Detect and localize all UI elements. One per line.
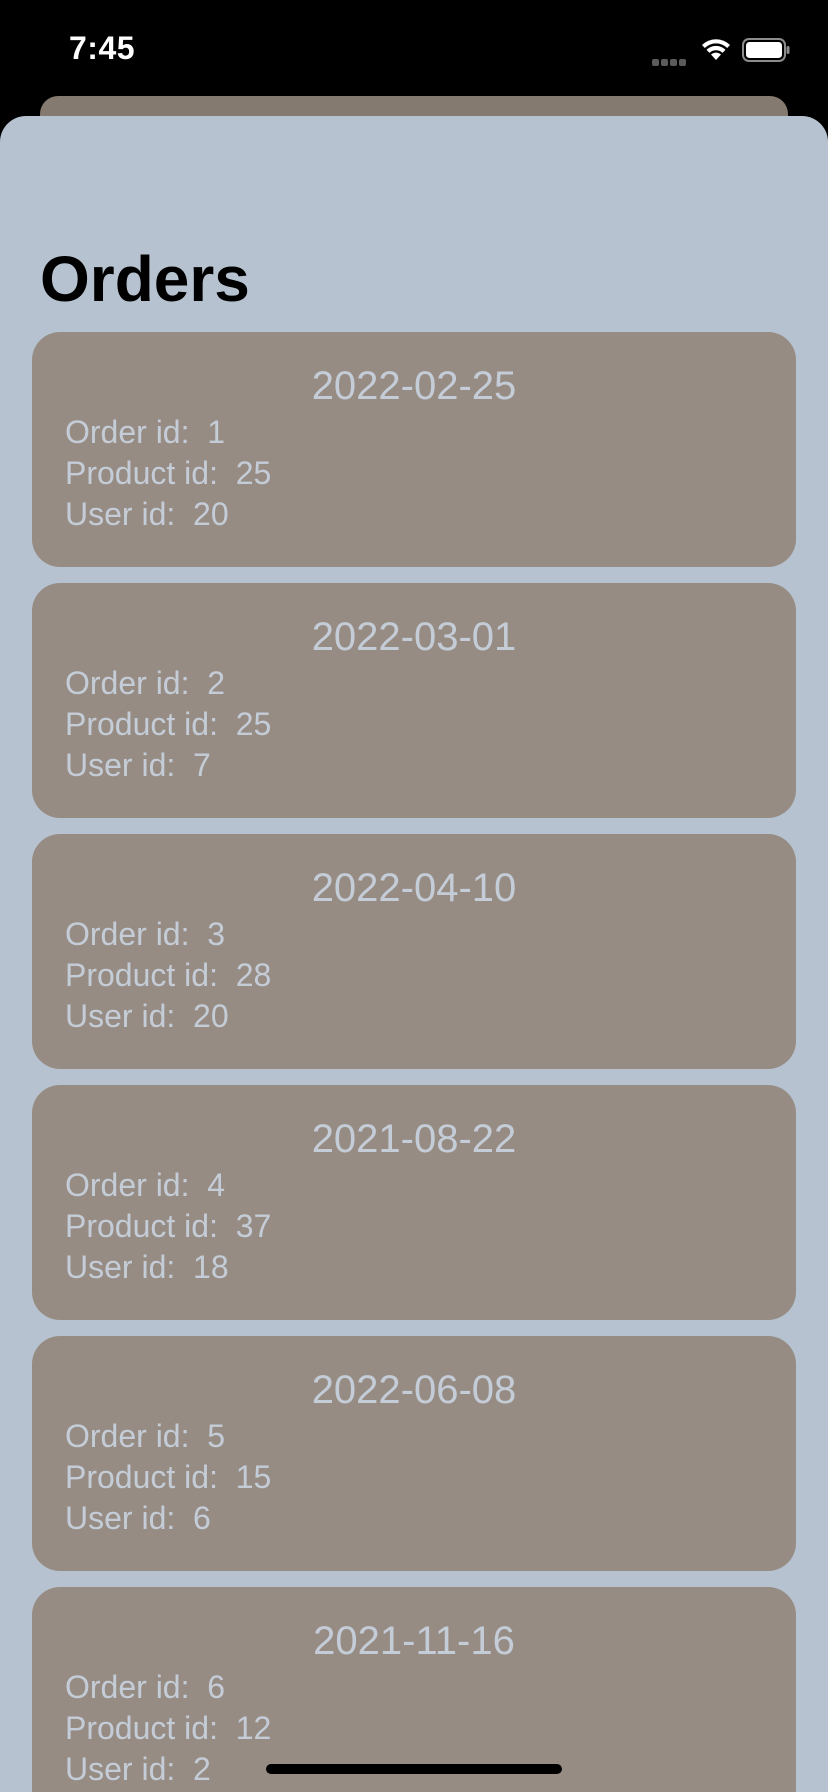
user-id-label: User id: — [65, 998, 176, 1034]
order-id-row: Order id: 1 — [65, 414, 225, 451]
user-id-value: 20 — [193, 998, 229, 1034]
order-id-value: 1 — [207, 414, 226, 450]
order-id-label: Order id: — [65, 1167, 190, 1203]
product-id-label: Product id: — [65, 1208, 218, 1244]
user-id-value: 18 — [193, 1249, 229, 1285]
product-id-row: Product id: 25 — [65, 455, 271, 492]
order-card[interactable]: 2022-03-01 Order id: 2 Product id: 25 Us… — [32, 583, 796, 818]
order-id-row: Order id: 5 — [65, 1418, 225, 1455]
product-id-value: 25 — [235, 706, 272, 742]
order-id-value: 4 — [207, 1167, 226, 1203]
product-id-label: Product id: — [65, 1459, 218, 1495]
order-id-label: Order id: — [65, 665, 190, 701]
order-id-row: Order id: 6 — [65, 1669, 225, 1706]
product-id-label: Product id: — [65, 1710, 218, 1746]
order-date: 2022-02-25 — [311, 364, 517, 408]
product-id-label: Product id: — [65, 455, 218, 491]
order-card[interactable]: 2022-06-08 Order id: 5 Product id: 15 Us… — [32, 1336, 796, 1571]
product-id-row: Product id: 15 — [65, 1459, 271, 1496]
user-id-row: User id: 20 — [65, 496, 229, 533]
product-id-value: 12 — [235, 1710, 272, 1746]
order-date: 2022-03-01 — [311, 615, 517, 659]
product-id-label: Product id: — [65, 706, 218, 742]
user-id-value: 20 — [193, 496, 229, 532]
product-id-value: 15 — [235, 1459, 272, 1495]
orders-sheet[interactable]: Orders 2022-02-25 Order id: 1 Product id… — [0, 116, 828, 1792]
user-id-value: 2 — [193, 1751, 211, 1787]
order-card[interactable]: 2021-08-22 Order id: 4 Product id: 37 Us… — [32, 1085, 796, 1320]
user-id-row: User id: 20 — [65, 998, 229, 1035]
order-date: 2022-04-10 — [311, 866, 517, 910]
page-title: Orders — [40, 243, 250, 315]
order-id-label: Order id: — [65, 414, 190, 450]
product-id-row: Product id: 25 — [65, 706, 271, 743]
order-id-value: 6 — [207, 1669, 226, 1705]
user-id-label: User id: — [65, 496, 176, 532]
wifi-icon — [702, 39, 730, 60]
product-id-row: Product id: 37 — [65, 1208, 271, 1245]
order-id-label: Order id: — [65, 1669, 190, 1705]
product-id-value: 28 — [235, 957, 272, 993]
order-id-row: Order id: 3 — [65, 916, 225, 953]
status-time: 7:45 — [69, 30, 136, 66]
user-id-row: User id: 2 — [65, 1751, 211, 1788]
order-id-label: Order id: — [65, 916, 190, 952]
product-id-label: Product id: — [65, 957, 218, 993]
order-id-value: 2 — [207, 665, 226, 701]
product-id-value: 37 — [235, 1208, 272, 1244]
user-id-label: User id: — [65, 1751, 176, 1787]
user-id-label: User id: — [65, 747, 176, 783]
product-id-row: Product id: 28 — [65, 957, 271, 994]
order-date: 2021-11-16 — [313, 1619, 515, 1663]
home-indicator[interactable] — [266, 1764, 562, 1774]
order-id-row: Order id: 4 — [65, 1167, 225, 1204]
order-id-label: Order id: — [65, 1418, 190, 1454]
order-date: 2022-06-08 — [311, 1368, 517, 1412]
order-card[interactable]: 2021-11-16 Order id: 6 Product id: 12 Us… — [32, 1587, 796, 1792]
order-id-row: Order id: 2 — [65, 665, 225, 702]
user-id-label: User id: — [65, 1500, 176, 1536]
cellular-signal-icon — [652, 53, 690, 66]
order-date: 2021-08-22 — [311, 1117, 517, 1161]
user-id-value: 7 — [193, 747, 211, 783]
battery-icon — [742, 38, 790, 62]
user-id-row: User id: 6 — [65, 1500, 211, 1537]
order-id-value: 3 — [207, 916, 226, 952]
product-id-value: 25 — [235, 455, 272, 491]
order-card[interactable]: 2022-04-10 Order id: 3 Product id: 28 Us… — [32, 834, 796, 1069]
status-bar: 7:45 — [0, 0, 828, 96]
product-id-row: Product id: 12 — [65, 1710, 271, 1747]
user-id-value: 6 — [193, 1500, 211, 1536]
order-id-value: 5 — [207, 1418, 226, 1454]
order-list[interactable]: 2022-02-25 Order id: 1 Product id: 25 Us… — [32, 332, 796, 1792]
order-card[interactable]: 2022-02-25 Order id: 1 Product id: 25 Us… — [32, 332, 796, 567]
user-id-row: User id: 7 — [65, 747, 211, 784]
user-id-label: User id: — [65, 1249, 176, 1285]
user-id-row: User id: 18 — [65, 1249, 229, 1286]
